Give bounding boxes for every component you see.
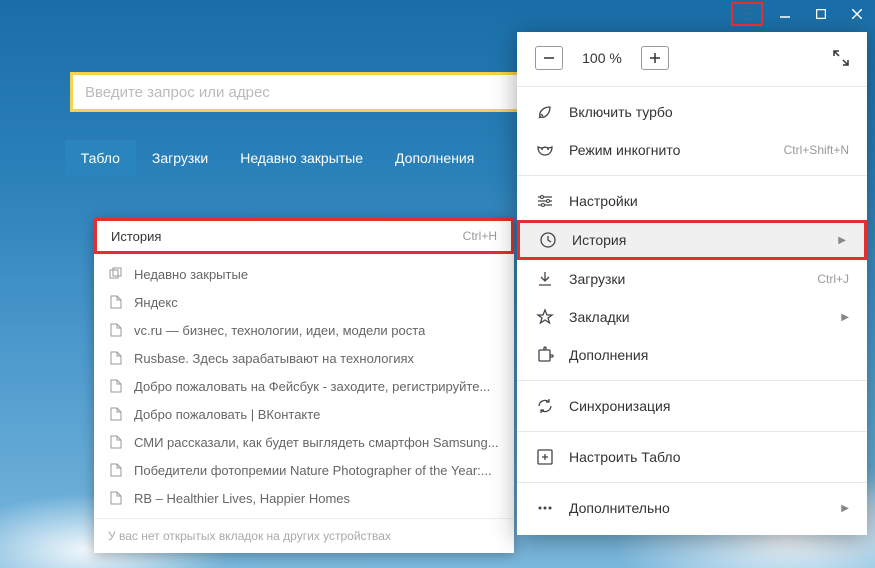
chevron-right-icon: ▶	[841, 503, 849, 514]
zoom-value: 100 %	[577, 50, 627, 66]
history-item[interactable]: vc.ru — бизнес, технологии, идеи, модели…	[94, 316, 514, 344]
sliders-icon	[535, 191, 555, 211]
puzzle-icon	[535, 345, 555, 365]
menu-item-label: Настроить Табло	[569, 449, 849, 465]
menu-item-shortcut: Ctrl+J	[817, 272, 849, 286]
maximize-button[interactable]	[803, 0, 839, 28]
menu-item-clock[interactable]: История ▶	[517, 220, 867, 260]
menu-separator	[517, 175, 867, 176]
page-icon	[108, 350, 124, 366]
history-item[interactable]: Добро пожаловать | ВКонтакте	[94, 400, 514, 428]
menu-item-label: Закладки	[569, 309, 827, 325]
history-item-text: vc.ru — бизнес, технологии, идеи, модели…	[134, 323, 425, 338]
history-item[interactable]: Rusbase. Здесь зарабатывают на технологи…	[94, 344, 514, 372]
hamburger-menu-button[interactable]	[731, 2, 763, 26]
menu-item-sync[interactable]: Синхронизация	[517, 387, 867, 425]
history-item-text: Победители фотопремии Nature Photographe…	[134, 463, 492, 478]
menu-item-label: Настройки	[569, 193, 849, 209]
history-item[interactable]: СМИ рассказали, как будет выглядеть смар…	[94, 428, 514, 456]
history-item[interactable]: RB – Healthier Lives, Happier Homes	[94, 484, 514, 512]
history-item-text: Добро пожаловать на Фейсбук - заходите, …	[134, 379, 490, 394]
history-popup-footer: У вас нет открытых вкладок на других уст…	[94, 518, 514, 553]
fullscreen-button[interactable]	[833, 50, 849, 66]
menu-item-sliders[interactable]: Настройки	[517, 182, 867, 220]
tab-1[interactable]: Загрузки	[136, 140, 224, 176]
dots-icon	[535, 498, 555, 518]
address-bar[interactable]	[70, 72, 555, 112]
tab-2[interactable]: Недавно закрытые	[224, 140, 379, 176]
sync-icon	[535, 396, 555, 416]
chevron-right-icon: ▶	[841, 312, 849, 323]
history-popup-title: История	[111, 229, 161, 244]
history-item[interactable]: Недавно закрытые	[94, 260, 514, 288]
menu-item-shortcut: Ctrl+Shift+N	[784, 143, 849, 157]
tabs-icon	[108, 266, 124, 282]
menu-item-label: История	[572, 232, 824, 248]
menu-item-puzzle[interactable]: Дополнения	[517, 336, 867, 374]
rocket-icon	[535, 102, 555, 122]
history-popup-shortcut: Ctrl+H	[463, 229, 497, 243]
main-menu-panel: 100 % Включить турбо Режим инкогнито Ctrl+…	[517, 32, 867, 535]
window-titlebar	[731, 0, 875, 28]
menu-item-label: Дополнения	[569, 347, 849, 363]
history-list: Недавно закрытые Яндекс vc.ru — бизнес, те…	[94, 254, 514, 518]
zoom-in-button[interactable]	[641, 46, 669, 70]
page-icon	[108, 322, 124, 338]
history-item-text: Добро пожаловать | ВКонтакте	[134, 407, 320, 422]
history-item[interactable]: Яндекс	[94, 288, 514, 316]
page-icon	[108, 462, 124, 478]
page-icon	[108, 294, 124, 310]
start-page-tabs: ТаблоЗагрузкиНедавно закрытыеДополнения	[0, 140, 555, 176]
address-input[interactable]	[85, 75, 540, 109]
history-item-text: Rusbase. Здесь зарабатывают на технологи…	[134, 351, 414, 366]
menu-item-download[interactable]: Загрузки Ctrl+J	[517, 260, 867, 298]
history-item[interactable]: Добро пожаловать на Фейсбук - заходите, …	[94, 372, 514, 400]
history-item-text: СМИ рассказали, как будет выглядеть смар…	[134, 435, 499, 450]
close-button[interactable]	[839, 0, 875, 28]
menu-item-add-tile[interactable]: Настроить Табло	[517, 438, 867, 476]
history-popup: История Ctrl+H Недавно закрытые Яндекс vc.…	[94, 218, 514, 553]
menu-separator	[517, 380, 867, 381]
history-item-text: RB – Healthier Lives, Happier Homes	[134, 491, 350, 506]
menu-separator	[517, 86, 867, 87]
page-icon	[108, 434, 124, 450]
page-icon	[108, 490, 124, 506]
zoom-out-button[interactable]	[535, 46, 563, 70]
add-tile-icon	[535, 447, 555, 467]
tab-0[interactable]: Табло	[65, 140, 136, 176]
menu-separator	[517, 431, 867, 432]
page-icon	[108, 406, 124, 422]
menu-item-dots[interactable]: Дополнительно ▶	[517, 489, 867, 527]
zoom-controls: 100 %	[517, 32, 867, 80]
download-icon	[535, 269, 555, 289]
history-item-text: Недавно закрытые	[134, 267, 248, 282]
clock-icon	[538, 230, 558, 250]
menu-item-star[interactable]: Закладки ▶	[517, 298, 867, 336]
chevron-right-icon: ▶	[838, 235, 846, 246]
page-icon	[108, 378, 124, 394]
menu-item-rocket[interactable]: Включить турбо	[517, 93, 867, 131]
star-icon	[535, 307, 555, 327]
history-item-text: Яндекс	[134, 295, 178, 310]
history-popup-header[interactable]: История Ctrl+H	[94, 218, 514, 254]
minimize-button[interactable]	[767, 0, 803, 28]
menu-item-label: Режим инкогнито	[569, 142, 770, 158]
menu-item-label: Загрузки	[569, 271, 803, 287]
menu-item-label: Включить турбо	[569, 104, 849, 120]
menu-item-label: Дополнительно	[569, 500, 827, 516]
mask-icon	[535, 140, 555, 160]
menu-item-mask[interactable]: Режим инкогнито Ctrl+Shift+N	[517, 131, 867, 169]
history-item[interactable]: Победители фотопремии Nature Photographe…	[94, 456, 514, 484]
tab-3[interactable]: Дополнения	[379, 140, 490, 176]
menu-item-label: Синхронизация	[569, 398, 849, 414]
menu-separator	[517, 482, 867, 483]
